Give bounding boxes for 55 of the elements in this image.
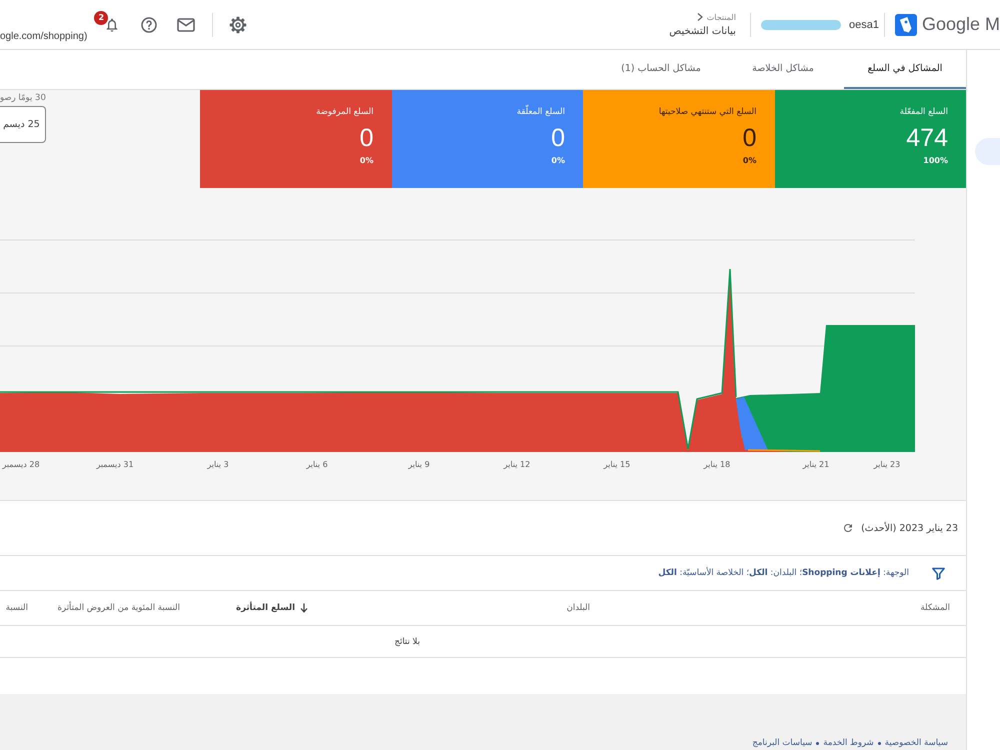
card-percent: 100% <box>923 156 948 164</box>
tag-logo-icon[interactable] <box>894 14 917 36</box>
mail-icon[interactable] <box>177 18 196 32</box>
card-label: السلع المعلّقة <box>516 107 565 117</box>
card-value: 0 <box>551 125 565 152</box>
bell-icon[interactable] <box>104 16 120 32</box>
card-label: السلع المفعّلة <box>900 107 948 117</box>
x-axis-label: 31 ديسمبر <box>96 460 134 469</box>
snapshot-date: 23 يناير 2023 (الأحدث) <box>861 522 958 534</box>
filter-summary[interactable]: الوجهة: إعلانات Shopping؛ البلدان: الكل؛ الخلاصة الأساسيّة: الكل <box>658 568 909 578</box>
column-header[interactable]: المشكلة <box>606 603 966 613</box>
sort-arrow-icon <box>300 603 308 613</box>
card-percent: 0% <box>551 156 565 164</box>
footer-link[interactable]: شروط الخدمة <box>823 738 874 749</box>
column-header[interactable]: النسبة المئوية من العروض المتأثرة <box>34 603 196 613</box>
x-axis-label: 9 يناير <box>408 460 430 469</box>
column-header[interactable]: السلع المتأثرة <box>196 603 324 613</box>
card-label: السلع التي ستنتهي صلاحيتها <box>658 107 756 117</box>
empty-message: بلا نتائج <box>394 636 420 646</box>
breadcrumb-link[interactable]: المنتجات <box>706 12 736 22</box>
chevron-right-icon <box>696 13 703 21</box>
date-range-caption: 30 يومًا رصو <box>0 93 46 103</box>
column-header[interactable]: النسبة <box>0 603 34 613</box>
refresh-icon[interactable] <box>842 522 854 534</box>
card-value: 474 <box>906 125 948 152</box>
footer-link[interactable]: سياسة الخصوصية <box>884 738 948 749</box>
notification-badge: 2 <box>94 10 108 24</box>
x-axis-label: 12 يناير <box>504 460 530 469</box>
card-percent: 0% <box>742 156 756 164</box>
tab[interactable]: مشاكل الحساب (1) <box>600 50 722 89</box>
logo-text[interactable]: Google M <box>922 14 1000 35</box>
x-axis-label: 28 ديسمبر <box>2 460 40 469</box>
settings-icon[interactable] <box>229 16 248 34</box>
x-axis-label: 15 يناير <box>604 460 630 469</box>
x-axis-label: 6 يناير <box>306 460 328 469</box>
pending-series-area <box>736 397 768 450</box>
url-text: ogle.com/shopping) <box>0 31 88 42</box>
x-axis-label: 21 يناير <box>802 460 830 469</box>
date-range-button[interactable]: 25 ديسم <box>0 106 46 143</box>
account-name[interactable]: oesa1 <box>848 18 879 30</box>
card-label: السلع المرفوضة <box>316 107 374 117</box>
help-icon[interactable] <box>141 16 158 32</box>
tab[interactable]: مشاكل الخلاصة <box>722 50 844 89</box>
filter-icon[interactable] <box>931 566 946 580</box>
column-header[interactable]: البلدان <box>324 603 606 613</box>
x-axis-label: 3 يناير <box>207 460 229 469</box>
bullet-separator-icon <box>878 742 881 745</box>
card-percent: 0% <box>360 156 374 164</box>
card-value: 0 <box>742 125 756 152</box>
x-axis-label: 18 يناير <box>704 460 730 469</box>
bullet-separator-icon <box>816 742 820 745</box>
footer-link[interactable]: سياسات البرنامج <box>752 738 812 749</box>
page-title: بيانات التشخيص <box>669 26 736 36</box>
x-axis-label: 23 يناير <box>874 460 900 469</box>
card-value: 0 <box>360 125 374 152</box>
